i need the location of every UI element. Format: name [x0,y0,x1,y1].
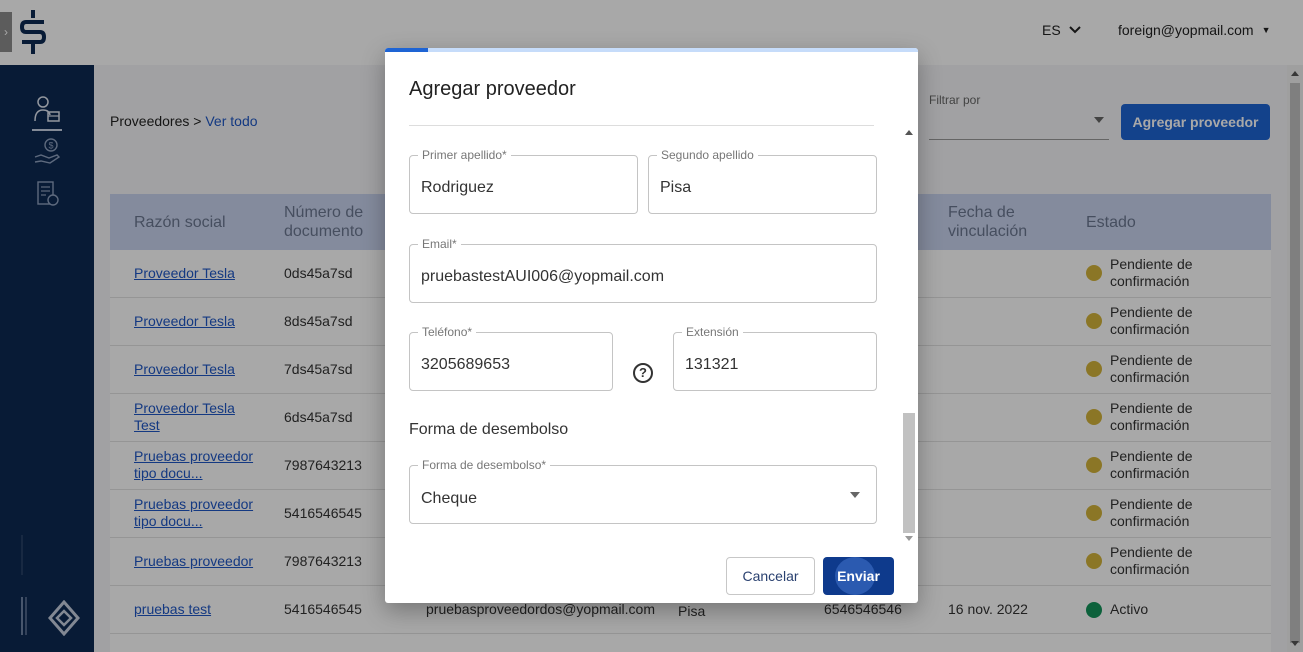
extension-field[interactable]: Extensión 131321 [673,325,877,391]
email-field[interactable]: Email* pruebastestAUI006@yopmail.com [409,237,877,303]
email-value: pruebastestAUI006@yopmail.com [421,268,665,285]
submit-button-label: Enviar [837,568,880,584]
segundo-apellido-field[interactable]: Segundo apellido Pisa [648,148,877,214]
segundo-apellido-value: Pisa [660,179,692,196]
primer-apellido-value: Rodriguez [421,179,494,196]
help-icon[interactable]: ? [633,363,653,383]
forma-desembolso-select[interactable]: Forma de desembolso* Cheque [409,458,877,524]
divider [409,125,874,126]
extension-value: 131321 [685,356,739,373]
primer-apellido-field[interactable]: Primer apellido* Rodriguez [409,148,638,214]
extension-label: Extensión [682,325,743,339]
dropdown-arrow-icon [850,492,860,498]
telefono-label: Teléfono* [418,325,477,339]
telefono-field[interactable]: Teléfono* 3205689653 [409,325,613,391]
scroll-thumb[interactable] [903,413,915,533]
add-supplier-dialog: Agregar proveedor Primer apellido* Rodri… [385,48,918,603]
section-title-forma-desembolso: Forma de desembolso [409,421,569,438]
telefono-value: 3205689653 [421,356,510,373]
dialog-title: Agregar proveedor [409,78,576,100]
primer-apellido-label: Primer apellido* [418,148,511,162]
forma-desembolso-value: Cheque [421,490,478,507]
progress-bar-fill [385,48,428,52]
submit-button[interactable]: Enviar [823,557,894,595]
forma-desembolso-label: Forma de desembolso* [418,458,551,472]
scroll-up-icon[interactable] [905,130,913,135]
scroll-down-icon[interactable] [905,536,913,541]
progress-bar [385,48,918,52]
cancel-button[interactable]: Cancelar [726,557,815,595]
email-label: Email* [418,237,461,251]
segundo-apellido-label: Segundo apellido [657,148,758,162]
dialog-scrollbar[interactable] [903,126,917,548]
